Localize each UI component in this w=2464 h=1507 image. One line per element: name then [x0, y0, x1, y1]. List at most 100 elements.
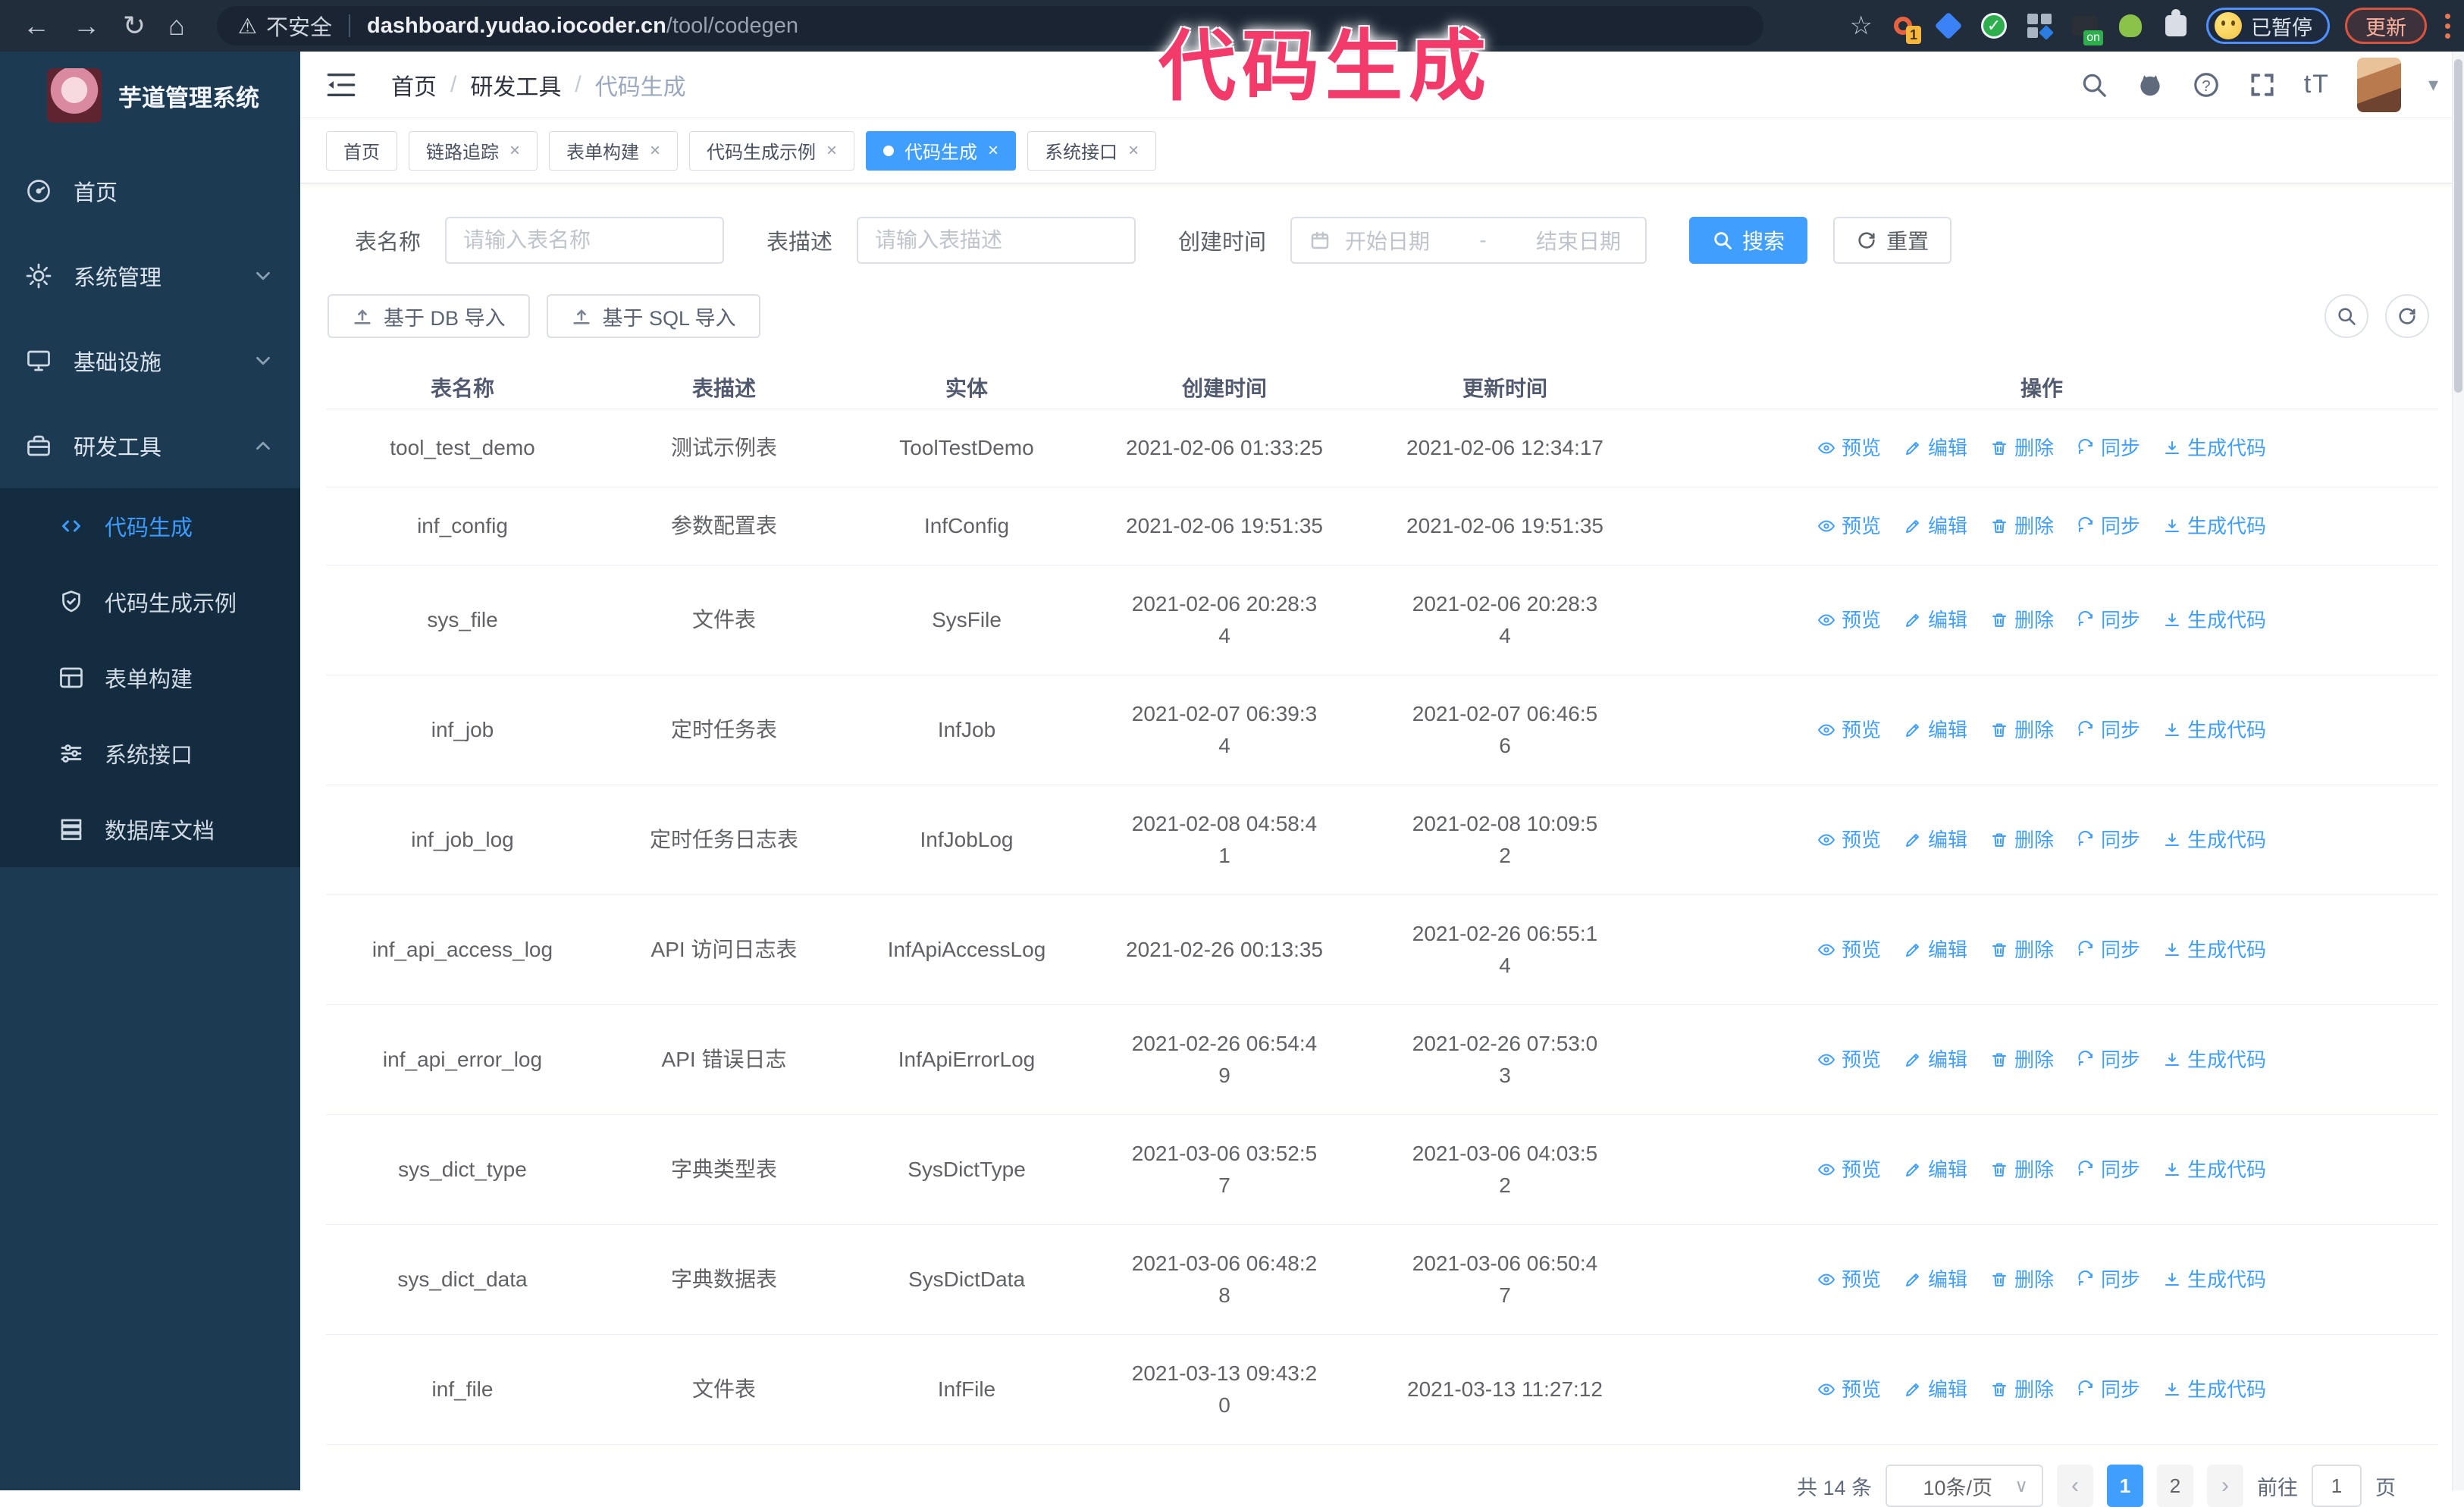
preview-link[interactable]: 预览	[1817, 826, 1881, 855]
delete-link[interactable]: 删除	[1990, 935, 2054, 965]
browser-menu-icon[interactable]	[2445, 14, 2450, 39]
tab[interactable]: 表单构建	[549, 131, 678, 171]
generate-code-link[interactable]: 生成代码	[2163, 716, 2266, 745]
prev-page-button[interactable]	[2057, 1465, 2093, 1507]
edit-link[interactable]: 编辑	[1904, 716, 1967, 745]
app-logo-row[interactable]: 芋道管理系统	[0, 52, 300, 123]
scrollbar-thumb[interactable]	[2454, 59, 2462, 393]
table-desc-input[interactable]	[857, 217, 1136, 264]
extension-gem-icon[interactable]	[1933, 11, 1964, 41]
delete-link[interactable]: 删除	[1990, 716, 2054, 745]
edit-link[interactable]: 编辑	[1904, 606, 1967, 635]
user-avatar[interactable]	[2357, 58, 2401, 112]
sync-link[interactable]: 同步	[2077, 1375, 2140, 1405]
delete-link[interactable]: 删除	[1990, 512, 2054, 541]
tab[interactable]: 首页	[326, 131, 397, 171]
sidebar-submenu-item[interactable]: 表单构建	[0, 640, 300, 716]
sidebar-submenu-item[interactable]: 系统接口	[0, 716, 300, 791]
delete-link[interactable]: 删除	[1990, 1375, 2054, 1405]
goto-page-input[interactable]	[2312, 1465, 2362, 1507]
generate-code-link[interactable]: 生成代码	[2163, 606, 2266, 635]
tab-close-icon[interactable]	[650, 142, 660, 160]
tab-close-icon[interactable]	[988, 142, 998, 160]
forward-icon[interactable]: →	[73, 12, 100, 39]
delete-link[interactable]: 删除	[1990, 826, 2054, 855]
sidebar-menu-item[interactable]: 系统管理	[0, 233, 300, 318]
next-page-button[interactable]	[2207, 1465, 2243, 1507]
github-icon[interactable]	[2136, 70, 2165, 99]
tab[interactable]: 链路追踪	[409, 131, 538, 171]
address-bar[interactable]: ⚠ 不安全 dashboard.yudao.iocoder.cn /tool/c…	[217, 6, 1763, 45]
extension-droid-icon[interactable]	[2115, 11, 2146, 41]
sidebar-submenu-item[interactable]: 代码生成	[0, 488, 300, 564]
sidebar-menu-item[interactable]: 首页	[0, 149, 300, 233]
tab[interactable]: 代码生成示例	[689, 131, 854, 171]
start-date-placeholder[interactable]: 开始日期	[1345, 225, 1459, 255]
preview-link[interactable]: 预览	[1817, 434, 1881, 463]
sidebar-menu-item[interactable]: 研发工具	[0, 403, 300, 488]
tab-close-icon[interactable]	[1128, 142, 1139, 160]
tab[interactable]: 代码生成	[866, 131, 1016, 171]
delete-link[interactable]: 删除	[1990, 1155, 2054, 1185]
generate-code-link[interactable]: 生成代码	[2163, 1375, 2266, 1405]
generate-code-link[interactable]: 生成代码	[2163, 935, 2266, 965]
home-icon[interactable]: ⌂	[168, 12, 185, 39]
date-range-picker[interactable]: 开始日期 - 结束日期	[1290, 217, 1647, 264]
search-button[interactable]: 搜索	[1689, 217, 1807, 264]
preview-link[interactable]: 预览	[1817, 1375, 1881, 1405]
update-button[interactable]: 更新	[2345, 8, 2427, 44]
edit-link[interactable]: 编辑	[1904, 935, 1967, 965]
end-date-placeholder[interactable]: 结束日期	[1506, 225, 1629, 255]
generate-code-link[interactable]: 生成代码	[2163, 512, 2266, 541]
sync-link[interactable]: 同步	[2077, 434, 2140, 463]
preview-link[interactable]: 预览	[1817, 1155, 1881, 1185]
edit-link[interactable]: 编辑	[1904, 1265, 1967, 1295]
breadcrumb-item[interactable]: 首页	[391, 68, 437, 102]
sync-link[interactable]: 同步	[2077, 1045, 2140, 1075]
generate-code-link[interactable]: 生成代码	[2163, 826, 2266, 855]
toggle-search-button[interactable]	[2324, 294, 2368, 338]
extension-grid-icon[interactable]	[2024, 11, 2055, 41]
text-size-icon[interactable]: tT	[2304, 70, 2330, 99]
hamburger-icon[interactable]	[326, 72, 356, 98]
extension-dark-icon[interactable]: on	[2070, 11, 2100, 41]
generate-code-link[interactable]: 生成代码	[2163, 434, 2266, 463]
help-icon[interactable]: ?	[2192, 70, 2221, 99]
sync-link[interactable]: 同步	[2077, 826, 2140, 855]
sidebar-menu-item[interactable]: 基础设施	[0, 318, 300, 403]
reset-button[interactable]: 重置	[1833, 217, 1951, 264]
tab-close-icon[interactable]	[826, 142, 837, 160]
sync-link[interactable]: 同步	[2077, 606, 2140, 635]
search-icon[interactable]	[2080, 70, 2108, 99]
delete-link[interactable]: 删除	[1990, 606, 2054, 635]
sync-link[interactable]: 同步	[2077, 1265, 2140, 1295]
edit-link[interactable]: 编辑	[1904, 434, 1967, 463]
fullscreen-icon[interactable]	[2248, 70, 2277, 99]
preview-link[interactable]: 预览	[1817, 512, 1881, 541]
extension-adblock-icon[interactable]: 1	[1888, 11, 1918, 41]
tab-close-icon[interactable]	[509, 142, 520, 160]
edit-link[interactable]: 编辑	[1904, 512, 1967, 541]
breadcrumb-item[interactable]: 研发工具	[470, 68, 561, 102]
page-number-button[interactable]: 2	[2157, 1465, 2193, 1507]
reload-icon[interactable]: ↻	[123, 12, 146, 39]
import-db-button[interactable]: 基于 DB 导入	[328, 294, 530, 338]
delete-link[interactable]: 删除	[1990, 434, 2054, 463]
sync-link[interactable]: 同步	[2077, 716, 2140, 745]
back-icon[interactable]: ←	[23, 12, 50, 39]
bookmark-star-icon[interactable]: ☆	[1850, 11, 1873, 41]
edit-link[interactable]: 编辑	[1904, 1155, 1967, 1185]
sidebar-submenu-item[interactable]: 数据库文档	[0, 791, 300, 867]
page-number-button[interactable]: 1	[2107, 1465, 2143, 1507]
sync-link[interactable]: 同步	[2077, 1155, 2140, 1185]
sidebar-submenu-item[interactable]: 代码生成示例	[0, 564, 300, 640]
table-name-input[interactable]	[445, 217, 724, 264]
delete-link[interactable]: 删除	[1990, 1045, 2054, 1075]
extension-check-icon[interactable]: ✓	[1979, 11, 2009, 41]
generate-code-link[interactable]: 生成代码	[2163, 1155, 2266, 1185]
profile-paused-badge[interactable]: 已暂停	[2206, 8, 2330, 44]
preview-link[interactable]: 预览	[1817, 1045, 1881, 1075]
generate-code-link[interactable]: 生成代码	[2163, 1045, 2266, 1075]
edit-link[interactable]: 编辑	[1904, 1045, 1967, 1075]
avatar-dropdown-icon[interactable]	[2428, 73, 2438, 96]
